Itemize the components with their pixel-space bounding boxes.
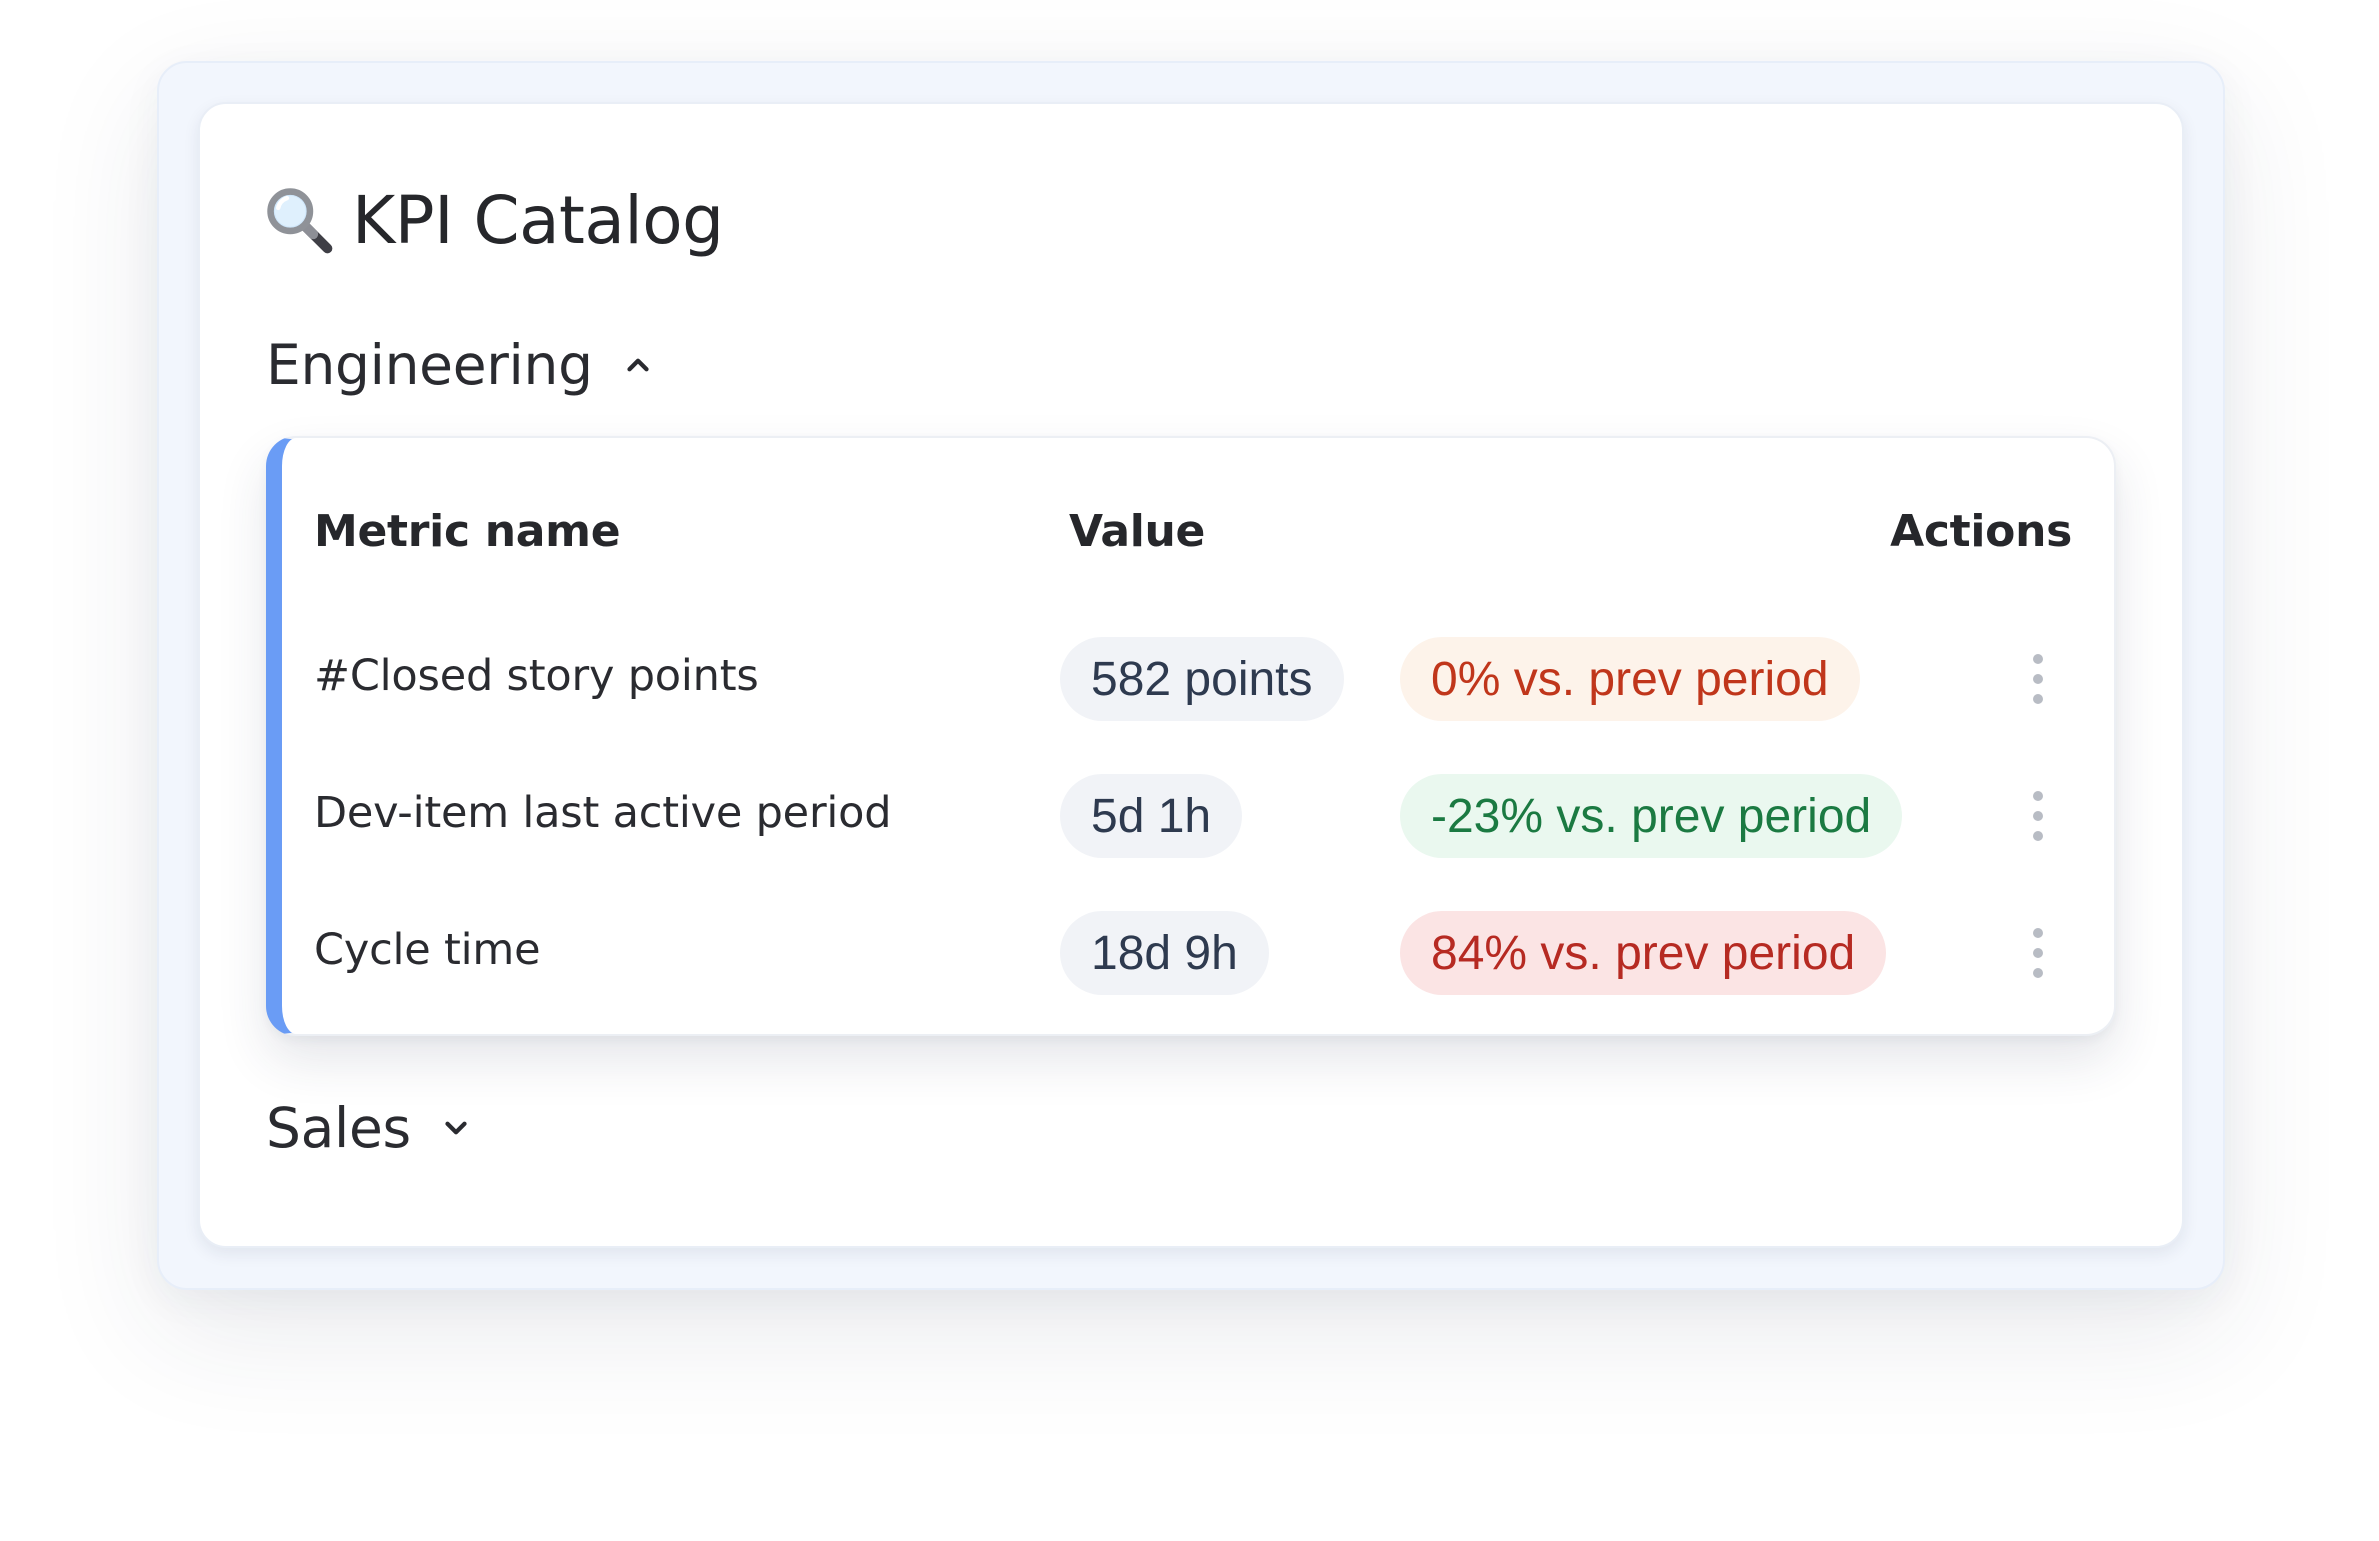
more-vertical-icon[interactable] bbox=[2018, 918, 2058, 988]
more-vertical-icon[interactable] bbox=[2018, 781, 2058, 851]
section-label: Sales bbox=[266, 1096, 411, 1160]
chevron-down-icon bbox=[445, 1121, 467, 1135]
section-header-sales[interactable]: Sales bbox=[266, 1093, 473, 1163]
more-vertical-icon[interactable] bbox=[2018, 644, 2058, 714]
section-label: Engineering bbox=[266, 333, 593, 397]
metric-value-badge: 5d 1h bbox=[1060, 774, 1243, 858]
column-header-metric-name: Metric name bbox=[314, 506, 621, 557]
table-row-metric-name[interactable]: Cycle time bbox=[314, 925, 541, 975]
page-title: KPI Catalog bbox=[264, 175, 724, 265]
metric-change-badge: -23% vs. prev period bbox=[1400, 774, 1903, 858]
chevron-up-icon bbox=[627, 358, 649, 372]
column-header-value: Value bbox=[1069, 506, 1206, 557]
table-row-metric-name[interactable]: Dev-item last active period bbox=[314, 788, 892, 838]
metric-value-badge: 18d 9h bbox=[1060, 911, 1269, 995]
metric-change-badge: 0% vs. prev period bbox=[1400, 637, 1860, 721]
column-header-actions: Actions bbox=[1890, 506, 2072, 557]
page-title-text: KPI Catalog bbox=[352, 181, 724, 259]
section-header-engineering[interactable]: Engineering bbox=[266, 330, 655, 400]
magnifying-glass-icon bbox=[267, 188, 333, 254]
metric-value-badge: 582 points bbox=[1060, 637, 1344, 721]
metric-change-badge: 84% vs. prev period bbox=[1400, 911, 1887, 995]
table-row-metric-name[interactable]: #Closed story points bbox=[314, 651, 759, 701]
